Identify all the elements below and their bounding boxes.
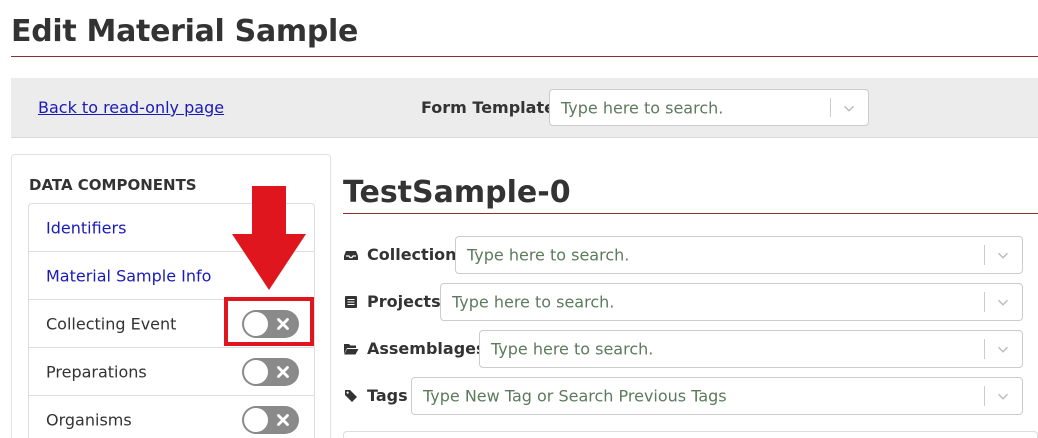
- page-title: Edit Material Sample: [11, 14, 359, 49]
- chevron-down-icon[interactable]: [994, 246, 1012, 264]
- chevron-down-icon[interactable]: [840, 99, 858, 117]
- next-section-panel: [343, 431, 1038, 438]
- projects-label-text: Projects: [367, 292, 441, 311]
- select-separator: [984, 339, 985, 359]
- select-separator: [830, 98, 831, 117]
- form-template-label: Form Template: [421, 98, 555, 117]
- select-separator: [984, 245, 985, 265]
- collection-label-text: Collection: [367, 245, 457, 264]
- tags-label: Tags: [343, 386, 408, 405]
- title-divider: [11, 56, 1038, 57]
- record-title-divider: [343, 213, 1038, 214]
- chevron-down-icon[interactable]: [994, 387, 1012, 405]
- form-template-select[interactable]: Type here to search.: [549, 89, 869, 126]
- tags-label-text: Tags: [367, 386, 408, 405]
- collection-select[interactable]: Type here to search.: [455, 236, 1023, 274]
- assemblages-label-text: Assemblages: [367, 339, 486, 358]
- collection-placeholder: Type here to search.: [467, 245, 630, 265]
- sidebar-item-label[interactable]: Material Sample Info: [46, 266, 211, 285]
- sidebar-item-label: Preparations: [46, 362, 147, 381]
- form-template-placeholder: Type here to search.: [561, 98, 724, 117]
- assemblages-placeholder: Type here to search.: [491, 339, 654, 359]
- preparations-toggle[interactable]: [242, 358, 299, 386]
- inbox-icon: [344, 250, 358, 260]
- tags-select[interactable]: Type New Tag or Search Previous Tags: [411, 377, 1023, 415]
- annotation-arrow-icon: [232, 186, 306, 290]
- sidebar-item-preparations: Preparations: [29, 348, 314, 396]
- projects-select[interactable]: Type here to search.: [440, 283, 1023, 321]
- organisms-toggle[interactable]: [242, 406, 299, 434]
- tags-icon: [345, 389, 357, 402]
- folder-open-icon: [344, 343, 359, 354]
- toolbar: Back to read-only page Form Template Typ…: [11, 78, 1038, 138]
- annotation-highlight-box: [224, 297, 314, 346]
- select-separator: [984, 386, 985, 406]
- toggle-knob: [244, 408, 268, 432]
- sidebar-item-label: Collecting Event: [46, 314, 177, 333]
- close-icon: [277, 414, 289, 426]
- record-title: TestSample-0: [343, 175, 571, 210]
- projects-label: Projects: [343, 292, 441, 311]
- sidebar-item-organisms: Organisms: [29, 396, 314, 438]
- projects-placeholder: Type here to search.: [452, 292, 615, 312]
- chevron-down-icon[interactable]: [994, 340, 1012, 358]
- toggle-knob: [244, 360, 268, 384]
- select-separator: [984, 292, 985, 312]
- chevron-down-icon[interactable]: [994, 293, 1012, 311]
- close-icon: [277, 366, 289, 378]
- assemblages-label: Assemblages: [343, 339, 486, 358]
- tags-placeholder: Type New Tag or Search Previous Tags: [423, 386, 727, 406]
- list-icon: [345, 295, 357, 308]
- back-to-read-only-link[interactable]: Back to read-only page: [38, 98, 224, 117]
- data-components-heading: DATA COMPONENTS: [29, 176, 197, 194]
- collection-label: Collection: [343, 245, 457, 264]
- sidebar-item-label[interactable]: Identifiers: [46, 218, 126, 237]
- sidebar-item-label: Organisms: [46, 410, 132, 429]
- assemblages-select[interactable]: Type here to search.: [479, 330, 1023, 368]
